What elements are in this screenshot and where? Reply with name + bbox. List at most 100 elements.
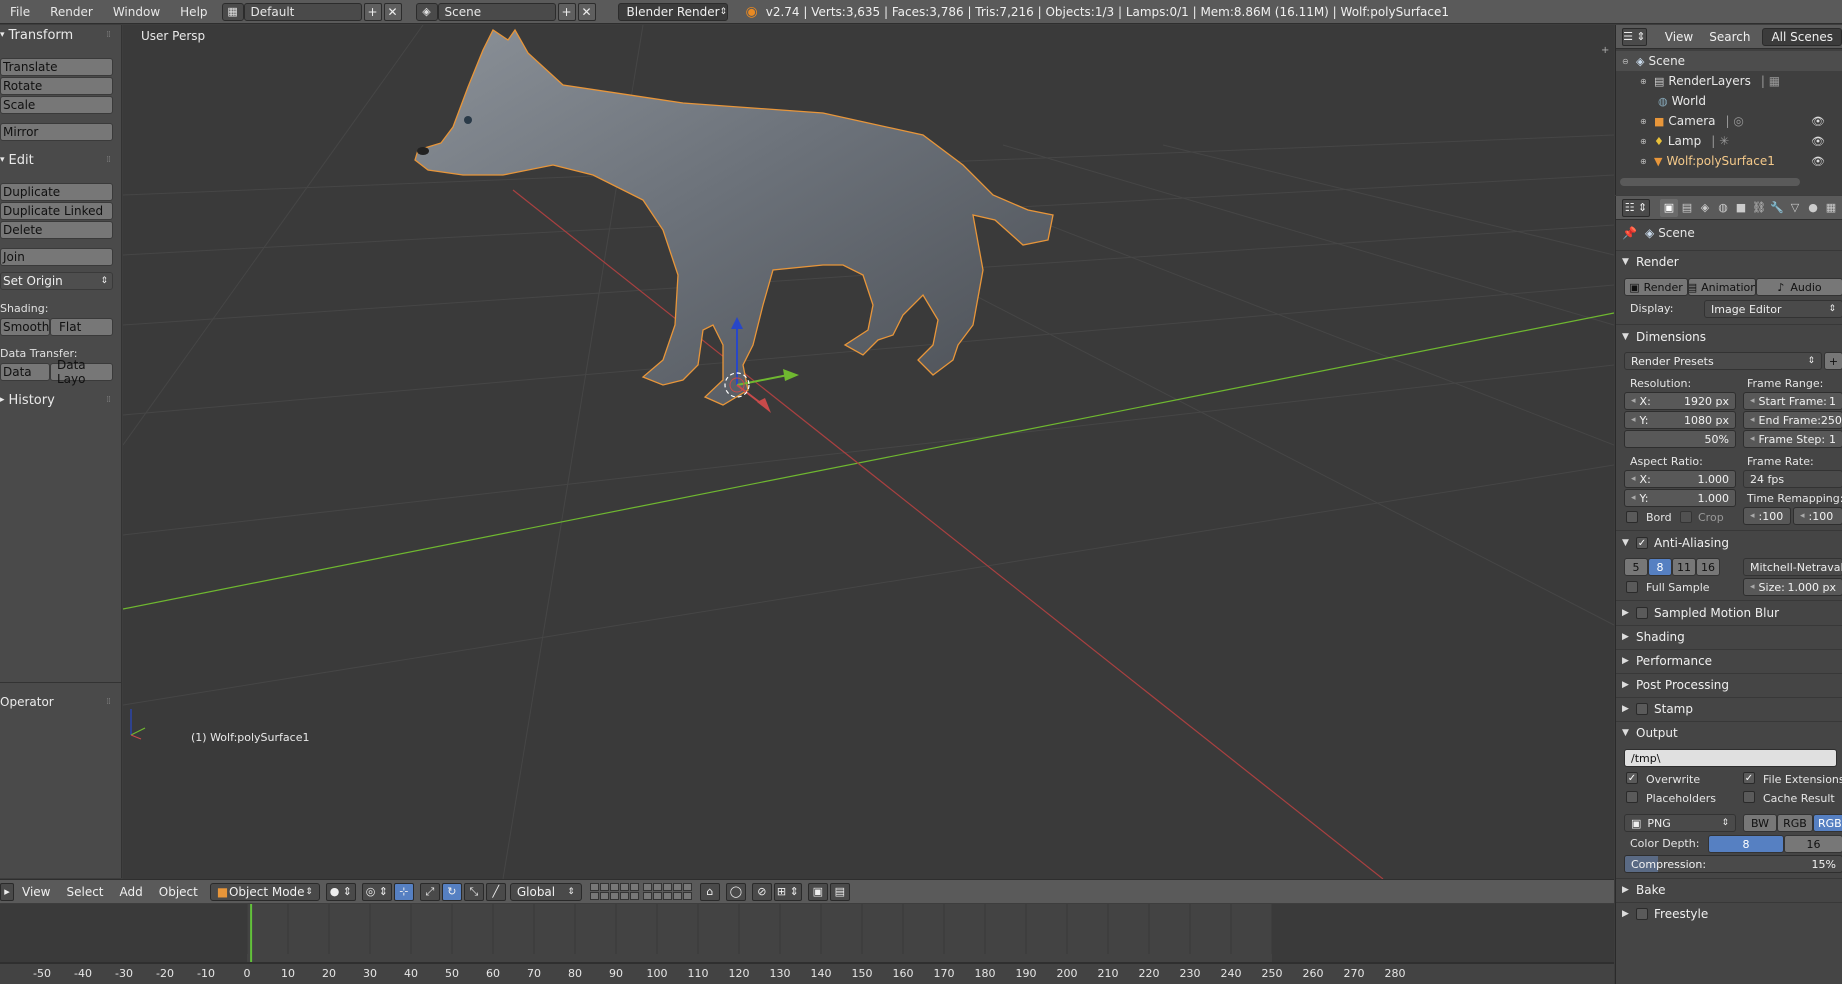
snap-toggle-icon[interactable]: ⊘	[751, 882, 772, 901]
render-animation-button[interactable]: ▤ Animation	[1688, 278, 1756, 296]
panel-edit-header[interactable]: ▾ Edit ⁞⁞	[0, 150, 122, 170]
expand-toolbar-icon[interactable]: +	[1601, 45, 1609, 56]
render-animation-icon[interactable]: ▤	[829, 882, 850, 901]
transform-manipulator[interactable]	[724, 317, 799, 413]
render-image-button[interactable]: ▣ Render	[1624, 278, 1688, 296]
pivot-point-icon[interactable]: ◎ ⇕	[361, 882, 392, 901]
layer-lock-icon[interactable]: ⌂	[699, 882, 720, 901]
menu-window[interactable]: Window	[103, 5, 170, 19]
outliner-item-world[interactable]: ◍ World	[1616, 91, 1842, 111]
panel-anti-aliasing-header[interactable]: ▼ ✓ Anti-Aliasing	[1622, 532, 1842, 554]
tab-scene-icon[interactable]: ◈	[1696, 199, 1714, 217]
menu-file[interactable]: File	[0, 5, 40, 19]
visibility-eye-icon[interactable]: 👁	[1811, 115, 1825, 128]
tab-material-icon[interactable]: ●	[1804, 199, 1822, 217]
add-scene-icon[interactable]: +	[557, 2, 576, 21]
file-format-select[interactable]: ▣ PNG ⇕	[1624, 814, 1736, 832]
output-path-field[interactable]: /tmp\	[1624, 749, 1837, 767]
delete-button[interactable]: Delete	[0, 221, 113, 239]
remove-scene-icon[interactable]: ✕	[577, 2, 596, 21]
menu-render[interactable]: Render	[40, 5, 103, 19]
expand-icon[interactable]: ⊕	[1640, 137, 1650, 146]
shade-flat-button[interactable]: Flat	[50, 318, 113, 336]
stamp-checkbox[interactable]	[1636, 703, 1648, 715]
compression-slider[interactable]: Compression: 15%	[1624, 855, 1842, 873]
aspect-y-field[interactable]: ◂ Y: 1.000	[1624, 489, 1736, 507]
panel-output-header[interactable]: ▼ Output	[1622, 722, 1842, 744]
mirror-button[interactable]: Mirror	[0, 123, 113, 141]
transform-orientation-select[interactable]: Global ⇕	[509, 882, 582, 901]
resolution-x-field[interactable]: ◂ X: 1920 px	[1624, 392, 1736, 410]
add-layout-icon[interactable]: +	[363, 2, 382, 21]
snap-element-icon[interactable]: ⊞ ⇕	[773, 882, 802, 901]
screen-layout-icon[interactable]: ▦	[221, 2, 244, 21]
menu-select[interactable]: Select	[58, 885, 111, 899]
tab-render-icon[interactable]: ▣	[1660, 198, 1678, 217]
panel-bake-header[interactable]: ▶ Bake	[1622, 879, 1842, 901]
color-bw-button[interactable]: BW	[1743, 814, 1777, 832]
file-extensions-checkbox[interactable]: ✓	[1743, 772, 1755, 784]
tab-world-icon[interactable]: ◍	[1714, 199, 1732, 217]
editor-type-icon[interactable]: ☷ ⇕	[1622, 198, 1650, 217]
screen-layout-field[interactable]: Default	[243, 2, 362, 21]
remap-new-field[interactable]: ◂:100	[1793, 507, 1842, 525]
interaction-mode-select[interactable]: ■ Object Mode ⇕	[209, 882, 320, 901]
panel-post-processing-header[interactable]: ▶ Post Processing	[1622, 674, 1842, 696]
menu-object[interactable]: Object	[151, 885, 206, 899]
collapse-icon[interactable]: ⊖	[1622, 57, 1632, 66]
end-frame-field[interactable]: ◂ End Frame: 250	[1743, 411, 1842, 429]
layer-buttons-a[interactable]	[589, 883, 639, 900]
depth-8-button[interactable]: 8	[1708, 835, 1784, 853]
tab-constraints-icon[interactable]: ⛓	[1750, 199, 1768, 217]
cache-result-checkbox[interactable]	[1743, 791, 1755, 803]
panel-dimensions-header[interactable]: ▼ Dimensions	[1622, 326, 1842, 348]
overwrite-checkbox[interactable]: ✓	[1626, 772, 1638, 784]
scene-selector-icon[interactable]: ◈	[415, 2, 438, 21]
aa-samples-8-button[interactable]: 8	[1648, 558, 1672, 576]
editor-type-icon[interactable]: ▸	[0, 882, 14, 901]
aa-samples-11-button[interactable]: 11	[1672, 558, 1696, 576]
menu-view[interactable]: View	[14, 885, 58, 899]
drag-grip-icon[interactable]: ⁞⁞	[106, 30, 111, 40]
panel-transform-header[interactable]: ▾ Transform ⁞⁞	[0, 25, 122, 45]
visibility-eye-icon[interactable]: 👁	[1811, 135, 1825, 148]
aspect-x-field[interactable]: ◂ X: 1.000	[1624, 470, 1736, 488]
viewport-shading-icon[interactable]: ● ⇕	[325, 882, 356, 901]
drag-grip-icon[interactable]: ⁞⁞	[106, 697, 111, 707]
expand-icon[interactable]: ⊕	[1640, 117, 1650, 126]
scale-button[interactable]: Scale	[0, 96, 113, 114]
full-sample-checkbox[interactable]	[1626, 581, 1638, 593]
duplicate-button[interactable]: Duplicate	[0, 183, 113, 201]
pin-icon[interactable]: 📌	[1622, 226, 1637, 240]
menu-help[interactable]: Help	[170, 5, 217, 19]
data-transfer-button[interactable]: Data	[0, 363, 50, 381]
add-preset-icon[interactable]: +	[1824, 352, 1842, 370]
panel-performance-header[interactable]: ▶ Performance	[1622, 650, 1842, 672]
join-button[interactable]: Join	[0, 248, 113, 266]
panel-freestyle-header[interactable]: ▶ Freestyle	[1622, 903, 1842, 925]
outliner-item-camera[interactable]: ⊕ ■ Camera | ◎ 👁	[1616, 111, 1842, 131]
manipulator-toggle-icon[interactable]: ⊹	[393, 882, 414, 901]
outliner-item-scene[interactable]: ⊖ ◈ Scene	[1616, 51, 1842, 71]
render-presets-select[interactable]: Render Presets ⇕	[1624, 352, 1822, 370]
panel-history-header[interactable]: ▸ History ⁞⁞	[0, 390, 122, 410]
outliner-item-lamp[interactable]: ⊕ ♦ Lamp | ✳ 👁	[1616, 131, 1842, 151]
rotate-button[interactable]: Rotate	[0, 77, 113, 95]
panel-stamp-header[interactable]: ▶ Stamp	[1622, 698, 1842, 720]
panel-operator-header[interactable]: Operator ⁞⁞	[0, 692, 122, 712]
placeholders-checkbox[interactable]	[1626, 791, 1638, 803]
translate-manipulator-icon[interactable]: ⤢	[419, 882, 440, 901]
display-select[interactable]: Image Editor ⇕	[1704, 300, 1842, 318]
crop-checkbox[interactable]	[1680, 511, 1692, 523]
resolution-percentage-field[interactable]: 50%	[1624, 430, 1736, 448]
menu-add[interactable]: Add	[112, 885, 151, 899]
aa-samples-5-button[interactable]: 5	[1624, 558, 1648, 576]
tab-object-icon[interactable]: ■	[1732, 199, 1750, 217]
outliner-item-renderlayers[interactable]: ⊕ ▤ RenderLayers | ▦	[1616, 71, 1842, 91]
anti-aliasing-checkbox[interactable]: ✓	[1636, 537, 1648, 549]
duplicate-linked-button[interactable]: Duplicate Linked	[0, 202, 113, 220]
tab-render-layers-icon[interactable]: ▤	[1678, 199, 1696, 217]
scene-field[interactable]: Scene	[437, 2, 556, 21]
aa-samples-16-button[interactable]: 16	[1696, 558, 1720, 576]
manipulator-options-icon[interactable]: ╱	[485, 882, 506, 901]
